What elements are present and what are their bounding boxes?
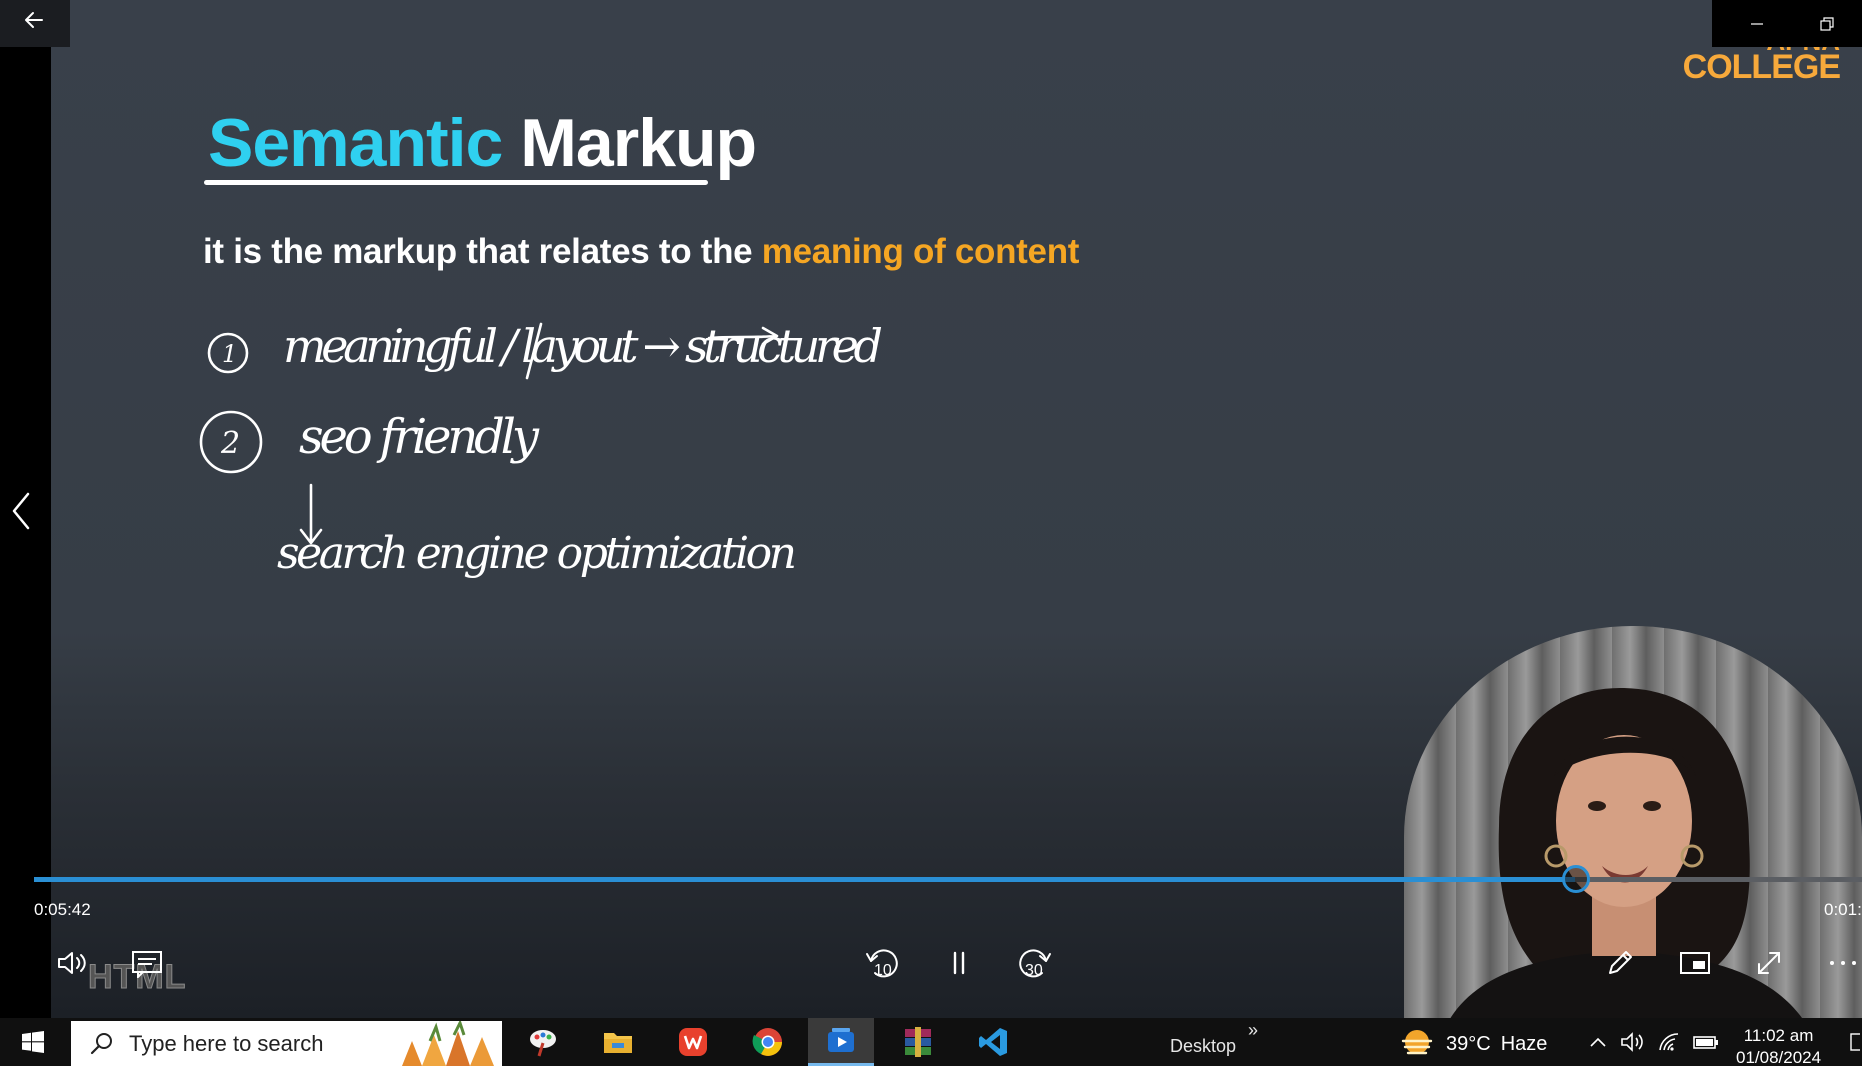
previous-video-button[interactable]	[4, 486, 40, 536]
miniplayer-button[interactable]	[1672, 940, 1718, 986]
back-arrow-icon	[25, 12, 43, 28]
clock-time: 11:02 am	[1743, 1026, 1814, 1045]
windows-taskbar: Type here to search Desktop » 39°C Haze …	[0, 1018, 1862, 1066]
taskbar-app-media-player[interactable]	[808, 1018, 874, 1066]
seek-bar-thumb[interactable]	[1562, 865, 1590, 893]
vscode-icon	[979, 1028, 1007, 1056]
winrar-icon	[905, 1027, 931, 1057]
start-button[interactable]	[0, 1018, 66, 1066]
presenter-figure	[1434, 687, 1824, 1066]
clock-date: 01/08/2024	[1736, 1048, 1822, 1066]
tray-network-button[interactable]	[1654, 1018, 1684, 1066]
item1-text: meaningful / layout → structured	[283, 319, 883, 373]
slide-title-part2: Markup	[520, 105, 757, 181]
media-player-icon	[828, 1027, 854, 1052]
video-area[interactable]: APNA COLLEGE Semantic Markup it is the m…	[0, 0, 1862, 1066]
tray-volume-button[interactable]	[1618, 1018, 1648, 1066]
miniplayer-icon	[1680, 952, 1710, 974]
taskbar-search[interactable]: Type here to search	[71, 1021, 502, 1066]
taskbar-clock[interactable]: 11:02 am 01/08/2024	[1736, 1025, 1821, 1066]
speaker-icon	[1621, 1032, 1643, 1052]
rewind-seconds: 10	[874, 962, 892, 979]
fullscreen-icon	[1758, 952, 1780, 974]
forward-seconds: 30	[1025, 962, 1043, 979]
pause-icon	[953, 951, 965, 975]
tray-battery-button[interactable]	[1690, 1018, 1722, 1066]
seek-bar[interactable]	[34, 865, 1862, 893]
fullscreen-button[interactable]	[1746, 940, 1792, 986]
taskbar-app-paint[interactable]	[510, 1018, 576, 1066]
battery-icon	[1693, 1036, 1718, 1049]
annotate-button[interactable]	[1597, 940, 1643, 986]
volume-icon	[58, 952, 86, 974]
restore-button[interactable]	[1792, 0, 1862, 47]
seek-bar-progress	[34, 877, 1575, 882]
current-time: 0:05:42	[34, 900, 91, 919]
chevron-up-icon	[1590, 1037, 1606, 1047]
logo-bottom-text: COLLEGE	[1682, 48, 1841, 86]
weather-widget[interactable]: 39°C Haze	[1398, 1024, 1547, 1064]
item1-number: 1	[222, 340, 237, 368]
presenter-webcam	[1404, 626, 1862, 1066]
chrome-icon	[752, 1028, 782, 1056]
restore-icon	[1820, 16, 1834, 31]
taskbar-app-file-explorer[interactable]	[585, 1018, 651, 1066]
minimize-button[interactable]	[1722, 0, 1792, 47]
wps-office-icon	[679, 1028, 707, 1056]
taskbar-app-wps[interactable]	[660, 1018, 726, 1066]
title-underline	[204, 180, 708, 185]
search-highlight-image	[402, 1021, 494, 1066]
captions-button[interactable]	[124, 940, 170, 986]
item2-expansion-text: search engine optimization	[277, 528, 797, 579]
notification-button[interactable]	[1846, 1018, 1862, 1066]
slide-subtitle: it is the markup that relates to the mea…	[203, 232, 1079, 272]
windows-logo-icon	[22, 1031, 44, 1053]
back-button[interactable]	[16, 8, 52, 38]
more-icon	[1830, 961, 1856, 965]
more-options-button[interactable]	[1820, 940, 1862, 986]
pause-button[interactable]	[936, 940, 982, 986]
taskbar-app-winrar[interactable]	[885, 1018, 951, 1066]
minimize-icon	[1751, 22, 1763, 25]
wifi-icon	[1659, 1033, 1679, 1051]
desktop-toolbar-label[interactable]: Desktop	[1170, 1036, 1236, 1057]
pencil-icon	[1609, 951, 1632, 974]
chevron-left-icon	[12, 492, 30, 530]
item2-number: 2	[220, 426, 240, 461]
search-placeholder: Type here to search	[129, 1030, 324, 1056]
weather-description: Haze	[1500, 1032, 1548, 1055]
file-explorer-icon	[604, 1033, 632, 1053]
forward-30-button[interactable]: 30	[1011, 940, 1057, 986]
slide-title: Semantic Markup	[208, 104, 757, 182]
show-hidden-icons-button[interactable]	[1584, 1018, 1612, 1066]
total-time: 0:01:	[1824, 900, 1862, 919]
search-icon	[90, 1032, 112, 1054]
taskbar-app-vscode[interactable]	[960, 1018, 1026, 1066]
haze-sun-icon	[1401, 1030, 1433, 1055]
handwritten-notes: 1 2 meaningful / layout → structured seo…	[199, 319, 883, 579]
slide-title-part1: Semantic	[208, 105, 503, 181]
weather-temperature: 39°C	[1446, 1032, 1491, 1055]
rewind-10-button[interactable]: 10	[860, 940, 906, 986]
app-window: APNA COLLEGE Semantic Markup it is the m…	[0, 0, 1862, 1066]
item2-text: seo friendly	[299, 409, 540, 465]
paint-app-icon	[530, 1030, 556, 1057]
subtitle-main: it is the markup that relates to the	[203, 232, 762, 271]
toolbar-chevron[interactable]: »	[1248, 1020, 1258, 1041]
subtitle-accent: meaning of content	[761, 232, 1080, 271]
notification-icon	[1850, 1033, 1860, 1051]
window-controls	[1712, 0, 1862, 47]
captions-icon	[132, 951, 162, 978]
taskbar-app-chrome[interactable]	[735, 1018, 801, 1066]
